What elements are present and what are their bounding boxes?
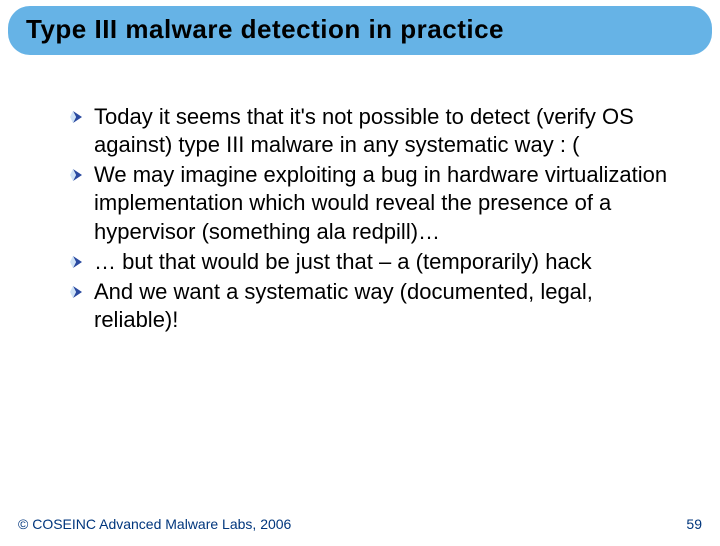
list-item: … but that would be just that – a (tempo… [70,248,680,276]
bullet-icon [70,169,82,181]
footer-page-number: 59 [686,516,702,532]
bullet-text: Today it seems that it's not possible to… [94,103,680,159]
slide-title: Type III malware detection in practice [26,14,694,45]
bullet-icon [70,286,82,298]
list-item: And we want a systematic way (documented… [70,278,680,334]
slide-footer: © COSEINC Advanced Malware Labs, 2006 59 [0,516,720,532]
bullet-icon [70,256,82,268]
bullet-text: … but that would be just that – a (tempo… [94,248,592,276]
bullet-text: We may imagine exploiting a bug in hardw… [94,161,680,245]
bullet-icon [70,111,82,123]
bullet-text: And we want a systematic way (documented… [94,278,680,334]
slide-title-bar: Type III malware detection in practice [8,6,712,55]
list-item: Today it seems that it's not possible to… [70,103,680,159]
slide-content: Today it seems that it's not possible to… [0,55,720,334]
list-item: We may imagine exploiting a bug in hardw… [70,161,680,245]
footer-copyright: © COSEINC Advanced Malware Labs, 2006 [18,516,291,532]
